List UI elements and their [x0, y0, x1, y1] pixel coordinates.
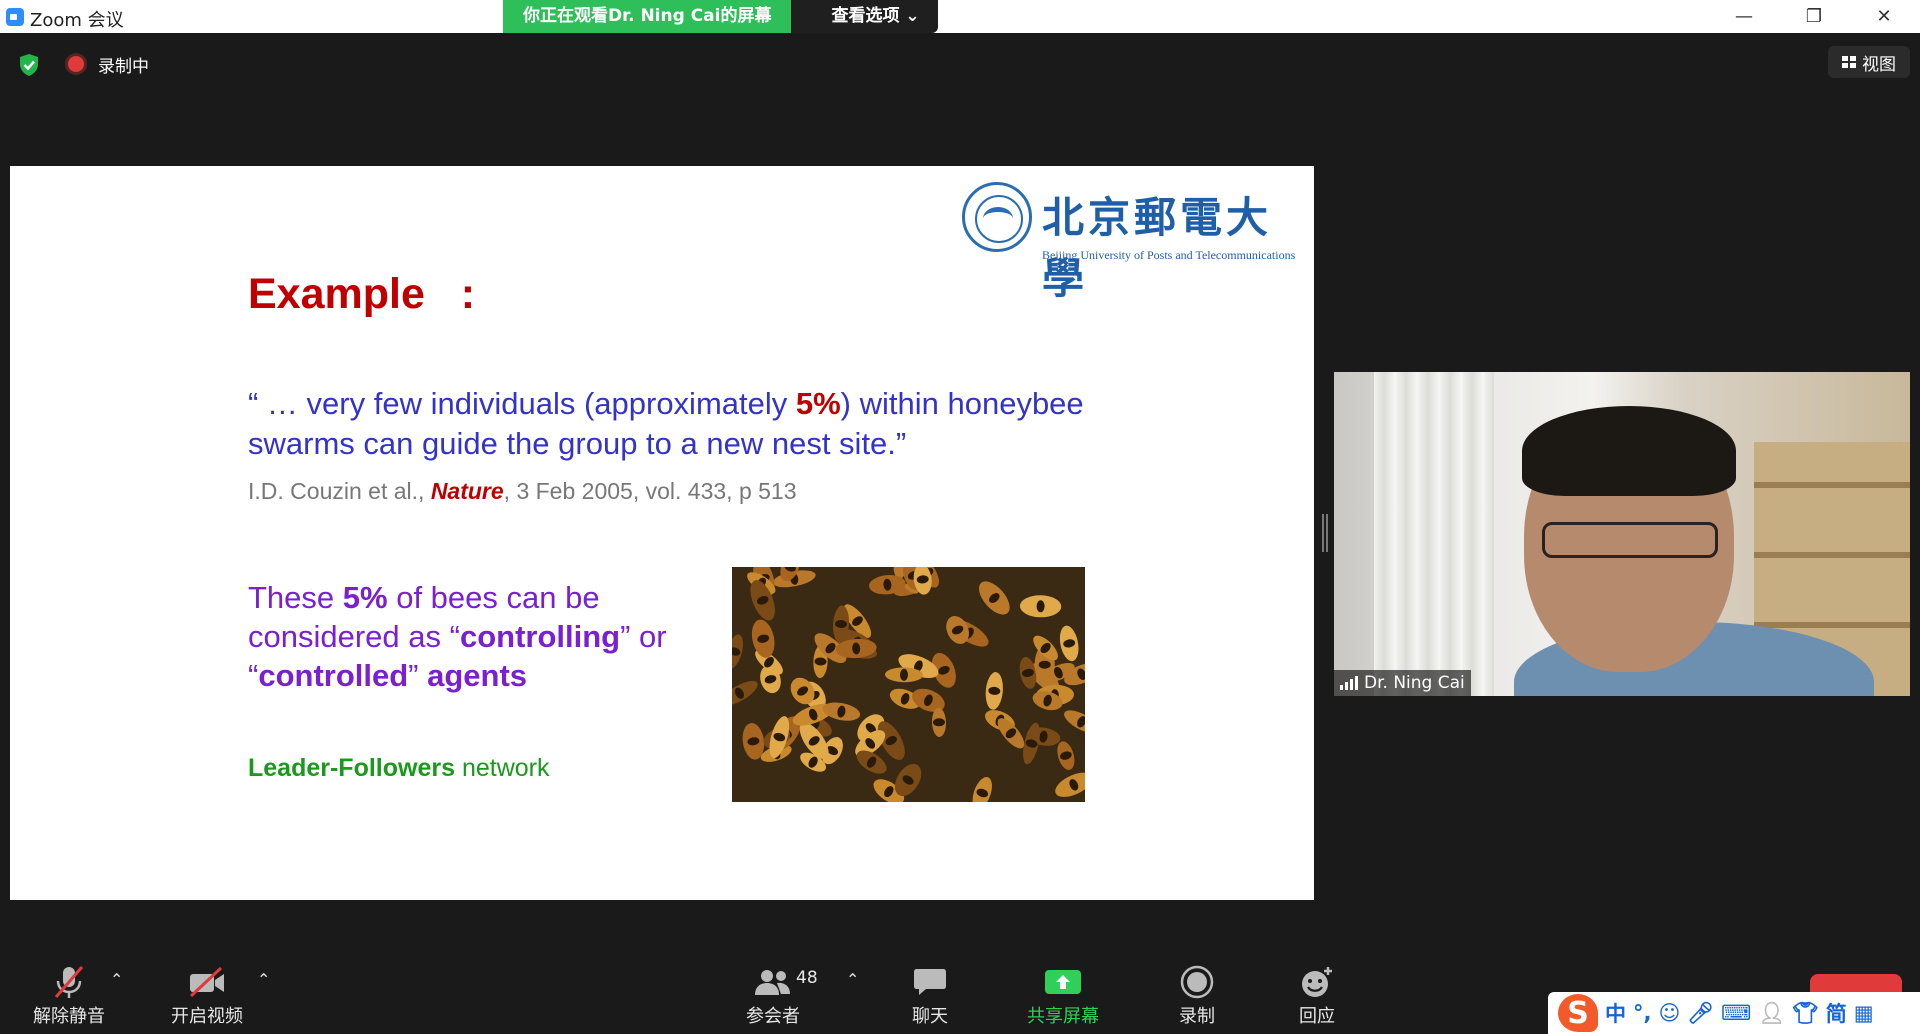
maximize-button[interactable]: ❐: [1784, 0, 1844, 33]
bee-stripe: [1038, 660, 1051, 669]
slide-network-label: Leader-Followers network: [248, 754, 549, 783]
audio-options-caret[interactable]: ⌃: [110, 970, 123, 989]
leader-followers-text: Leader-Followers: [248, 754, 455, 782]
slide-bees-statement: These 5% of bees can be considered as “c…: [248, 578, 708, 695]
slide-heading: Example :: [248, 270, 476, 318]
unmute-label: 解除静音: [33, 1006, 105, 1027]
share-screen-button[interactable]: 共享屏幕: [1008, 962, 1118, 1030]
panel-resize-handle[interactable]: [1322, 514, 1328, 552]
participants-options-caret[interactable]: ⌃: [846, 970, 859, 989]
viewing-notice: 你正在观看Dr. Ning Cai的屏幕: [503, 0, 792, 33]
reaction-emoji-icon: [1302, 967, 1332, 997]
close-button[interactable]: ✕: [1854, 0, 1914, 33]
ime-keyboard-icon[interactable]: ⌨: [1721, 1001, 1751, 1025]
reactions-label: 回应: [1299, 1006, 1335, 1027]
ime-toolbox-icon[interactable]: ▦: [1854, 1001, 1874, 1025]
participant-name-tag: Dr. Ning Cai: [1334, 670, 1471, 696]
recording-indicator-icon: [68, 56, 84, 72]
viewing-banner: 你正在观看Dr. Ning Cai的屏幕 查看选项 ⌄: [503, 0, 938, 33]
start-video-button[interactable]: 开启视频: [152, 962, 262, 1030]
citation-journal: Nature: [430, 478, 504, 504]
muted-microphone-icon: [54, 966, 84, 998]
record-icon: [1180, 965, 1214, 999]
university-name-cn: 北京郵電大學: [1042, 193, 1273, 303]
network-text: network: [455, 754, 550, 782]
citation-details: , 3 Feb 2005, vol. 433, p 513: [503, 478, 797, 504]
ime-language-toggle[interactable]: 中: [1605, 998, 1626, 1028]
video-options-caret[interactable]: ⌃: [257, 970, 270, 989]
participant-count: 48: [796, 968, 818, 988]
share-screen-icon: [1045, 970, 1081, 994]
participant-hair: [1522, 406, 1736, 496]
ime-voice-icon[interactable]: 🎤︎: [1687, 1001, 1714, 1026]
recording-status: 录制中: [98, 57, 149, 77]
reactions-button[interactable]: 回应: [1262, 962, 1372, 1030]
slide-quote: “ … very few individuals (approximately …: [248, 384, 1148, 464]
participant-name: Dr. Ning Cai: [1364, 673, 1465, 693]
chat-label: 聊天: [912, 1006, 948, 1027]
slide-citation: I.D. Couzin et al., Nature, 3 Feb 2005, …: [248, 478, 797, 505]
bees-text-percent: 5%: [342, 580, 388, 615]
unmute-button[interactable]: 解除静音: [14, 962, 124, 1030]
signal-strength-icon: [1340, 676, 1358, 690]
video-off-icon: [189, 966, 224, 998]
honeybee-swarm-photo: [732, 567, 1085, 802]
curtain-background: [1374, 372, 1494, 696]
university-seal-icon: [962, 182, 1032, 252]
record-button[interactable]: 录制: [1142, 962, 1252, 1030]
participant-video[interactable]: Dr. Ning Cai: [1334, 372, 1910, 696]
view-button-label: 视图: [1862, 54, 1896, 75]
quote-highlight: 5%: [795, 386, 841, 421]
bees-text-controlling: controlling: [459, 619, 621, 654]
ime-punctuation-toggle[interactable]: °,: [1633, 1001, 1651, 1025]
bees-text-1: These: [248, 580, 343, 615]
share-screen-label: 共享屏幕: [1027, 1006, 1099, 1027]
ime-user-icon[interactable]: 👤︎: [1758, 1001, 1785, 1026]
participant-glasses: [1542, 522, 1718, 558]
participants-label: 参会者: [746, 1006, 800, 1027]
view-button[interactable]: 视图: [1828, 46, 1910, 78]
shared-screen-slide: 北京郵電大學 Beijing University of Posts and T…: [10, 166, 1314, 900]
university-logo: 北京郵電大學 Beijing University of Posts and T…: [962, 178, 1307, 303]
university-name-en: Beijing University of Posts and Telecomm…: [1042, 248, 1296, 262]
ime-skin-icon[interactable]: 👕︎: [1792, 1001, 1819, 1026]
chat-bubble-icon: [914, 969, 946, 995]
bees-text-controlled: controlled: [258, 658, 409, 693]
citation-authors: I.D. Couzin et al.,: [248, 478, 431, 504]
start-video-label: 开启视频: [171, 1006, 243, 1027]
bees-text-agents: agents: [427, 658, 528, 693]
grid-view-icon: [1842, 56, 1856, 68]
zoom-app-icon: [6, 8, 24, 26]
ime-simplified-toggle[interactable]: 简: [1826, 998, 1847, 1028]
bees-text-4: ”: [408, 658, 428, 693]
view-options-button[interactable]: 查看选项 ⌄: [791, 0, 938, 33]
quote-text: “ … very few individuals (approximately: [248, 386, 796, 421]
minimize-button[interactable]: —: [1714, 0, 1774, 33]
encryption-shield-icon[interactable]: [18, 53, 40, 77]
input-method-toolbar[interactable]: S 中 °, ☺ 🎤︎ ⌨ 👤︎ 👕︎ 简 ▦: [1548, 992, 1920, 1034]
participants-icon: [755, 970, 790, 995]
record-label: 录制: [1179, 1006, 1215, 1027]
window-title: Zoom 会议: [30, 10, 124, 31]
window-titlebar: Zoom 会议 — ❐ ✕: [0, 0, 1920, 33]
sogou-logo-icon[interactable]: S: [1558, 994, 1598, 1032]
chat-button[interactable]: 聊天: [875, 962, 985, 1030]
ime-emoji-icon[interactable]: ☺: [1658, 1001, 1680, 1025]
